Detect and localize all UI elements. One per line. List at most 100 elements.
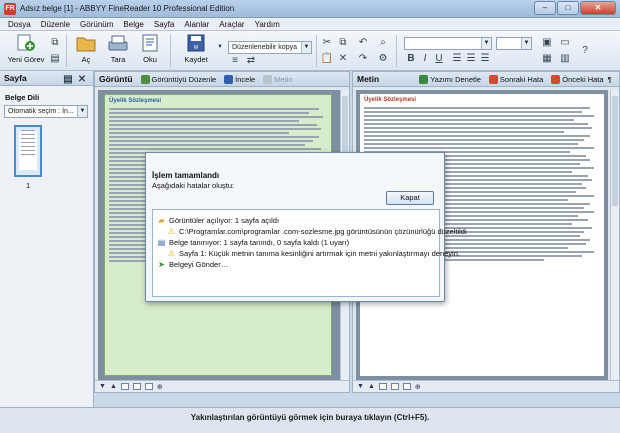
arrow-up-icon[interactable]: ▲ — [368, 383, 375, 390]
text-tool-button[interactable]: Metin — [263, 74, 293, 84]
chevron-down-icon: ▼ — [301, 42, 311, 53]
window-title: Adsız belge [1] - ABBYY FineReader 10 Pr… — [20, 4, 235, 13]
arrow-down-icon[interactable]: ▼ — [357, 383, 364, 390]
list-item[interactable]: ▰ Görüntüler açılıyor: 1 sayfa açıldı — [157, 216, 279, 225]
paste-icon[interactable]: 📋 — [320, 53, 334, 65]
fit-page-icon[interactable] — [378, 383, 387, 390]
send-icon: ➤ — [158, 260, 165, 269]
edit-image-button[interactable]: Görüntüyü Düzenle — [140, 74, 216, 84]
wrap-icon[interactable]: ⇄ — [244, 55, 258, 67]
menu-file[interactable]: Dosya — [8, 20, 31, 29]
menu-tools[interactable]: Araçlar — [219, 20, 244, 29]
text-area-icon[interactable]: ▭ — [558, 37, 572, 49]
bold-icon[interactable]: B — [404, 53, 418, 65]
list-item[interactable]: ⚠ Sayfa 1: Küçük metnin tanıma kesinliği… — [167, 249, 460, 258]
font-family-select[interactable]: ▼ — [404, 37, 492, 50]
next-error-icon — [488, 74, 498, 84]
dialog-title: İşlem tamamlandı — [152, 171, 220, 180]
undo-icon[interactable]: ↶ — [356, 37, 370, 49]
zoom-in-icon[interactable]: ⊕ — [415, 383, 421, 391]
spell-check-button[interactable]: Yazımı Denetle — [419, 74, 481, 84]
text-doc-title: Üyelik Sözleşmesi — [364, 97, 417, 103]
status-bar[interactable]: Yakınlaştırılan görüntüyü görmek için bu… — [0, 407, 620, 433]
save-dropdown-arrow-icon[interactable]: ▼ — [216, 41, 224, 53]
text-tool-icon — [263, 74, 273, 84]
menu-page[interactable]: Sayfa — [154, 20, 174, 29]
delete-icon[interactable]: ✕ — [336, 53, 350, 65]
align-center-icon[interactable]: ☰ — [464, 53, 478, 65]
copy-page-icon[interactable]: ⧉ — [48, 37, 62, 49]
menu-areas[interactable]: Alanlar — [184, 20, 209, 29]
new-task-icon — [15, 33, 37, 53]
pages-sidebar: Sayfa ▤ ✕ Belge Dili Otomatik seçim : İn… — [0, 71, 94, 407]
save-button[interactable]: W Kaydet — [176, 33, 216, 64]
dialog-close-button[interactable]: Kapat — [386, 191, 434, 205]
read-icon — [139, 33, 161, 53]
align-icon[interactable]: ≡ — [228, 55, 242, 67]
menu-document[interactable]: Belge — [123, 20, 143, 29]
edit-image-icon — [140, 74, 150, 84]
thumbnail-page — [19, 130, 37, 170]
image-panel-header: Görüntü Görüntüyü Düzenle İncele Metin — [95, 72, 349, 87]
prev-error-button[interactable]: Önceki Hata — [551, 74, 604, 84]
language-select[interactable]: Otomatik seçim : İn... ▼ — [4, 105, 88, 118]
list-item[interactable]: ▤ Belge tanınıyor: 1 sayfa tanındı, 0 sa… — [157, 238, 349, 247]
scrollbar-thumb[interactable] — [612, 96, 618, 206]
picture-icon[interactable]: ▣ — [540, 37, 554, 49]
next-error-button[interactable]: Sonraki Hata — [488, 74, 543, 84]
align-left-icon[interactable]: ☰ — [450, 53, 464, 65]
copy-icon[interactable]: ⧉ — [336, 37, 350, 49]
barcode-icon[interactable]: ▥ — [558, 53, 572, 65]
zoom-in-icon[interactable]: ⊕ — [157, 383, 163, 391]
app-logo-icon: FR — [4, 3, 16, 15]
list-item[interactable]: ⚠ C:\Programlar.com\programlar .com-sozl… — [167, 227, 467, 236]
font-size-select[interactable]: ▼ — [496, 37, 532, 50]
table-icon[interactable]: ▦ — [540, 53, 554, 65]
dialog-log-list[interactable]: ▰ Görüntüler açılıyor: 1 sayfa açıldı ⚠ … — [152, 209, 467, 297]
svg-text:W: W — [194, 45, 199, 51]
text-vertical-scrollbar[interactable] — [610, 90, 619, 380]
inspect-button[interactable]: İncele — [224, 74, 255, 84]
align-right-icon[interactable]: ☰ — [478, 53, 492, 65]
fit-width-icon[interactable] — [390, 383, 399, 390]
page-thumbnail[interactable] — [14, 125, 42, 177]
toolbar-separator — [170, 35, 171, 67]
redo-icon[interactable]: ↷ — [356, 53, 370, 65]
zoom-out-icon[interactable] — [144, 383, 153, 390]
open-button[interactable]: Aç — [72, 33, 100, 64]
save-format-select[interactable]: Düzenlenebilir kopya ▼ — [228, 41, 312, 54]
fit-width-icon[interactable] — [132, 383, 141, 390]
new-task-button[interactable]: Yeni Görev — [6, 33, 46, 64]
list-item[interactable]: ➤ Belgeyi Gönder… — [157, 260, 228, 269]
scan-button[interactable]: Tara — [104, 33, 132, 64]
cut-icon[interactable]: ✂ — [320, 37, 334, 49]
settings-icon[interactable]: ⚙ — [376, 53, 390, 65]
zoom-icon[interactable]: ⌕ — [376, 37, 390, 49]
close-button[interactable]: ✕ — [580, 1, 616, 15]
help-icon[interactable]: ? — [578, 45, 592, 57]
page-delete-icon[interactable]: ✕ — [75, 74, 89, 86]
page-number: 1 — [26, 181, 31, 190]
page-icon: ▤ — [157, 238, 166, 247]
warning-icon: ⚠ — [167, 227, 176, 236]
pilcrow-icon[interactable]: ¶ — [608, 75, 612, 84]
maximize-button[interactable]: □ — [557, 1, 579, 15]
fit-page-icon[interactable] — [120, 383, 129, 390]
page-view-icon[interactable]: ▤ — [61, 74, 75, 86]
zoom-out-icon[interactable] — [402, 383, 411, 390]
underline-icon[interactable]: U — [432, 53, 446, 65]
arrow-up-icon[interactable]: ▲ — [110, 383, 117, 390]
save-icon: W — [185, 33, 207, 53]
chevron-down-icon: ▼ — [481, 38, 491, 49]
pdf-icon[interactable]: ▤ — [48, 53, 62, 65]
italic-icon[interactable]: I — [418, 53, 432, 65]
menu-view[interactable]: Görünüm — [80, 20, 113, 29]
folder-icon: ▰ — [158, 216, 165, 225]
read-button[interactable]: Oku — [136, 33, 164, 64]
image-panel-footer: ▼ ▲ ⊕ — [95, 380, 349, 392]
menu-help[interactable]: Yardım — [255, 20, 280, 29]
menu-edit[interactable]: Düzenle — [41, 20, 70, 29]
main-toolbar: Yeni Görev ⧉ ▤ Aç Tara Oku W Kaydet ▼ Dü… — [0, 31, 620, 71]
minimize-button[interactable]: – — [534, 1, 556, 15]
arrow-down-icon[interactable]: ▼ — [99, 383, 106, 390]
